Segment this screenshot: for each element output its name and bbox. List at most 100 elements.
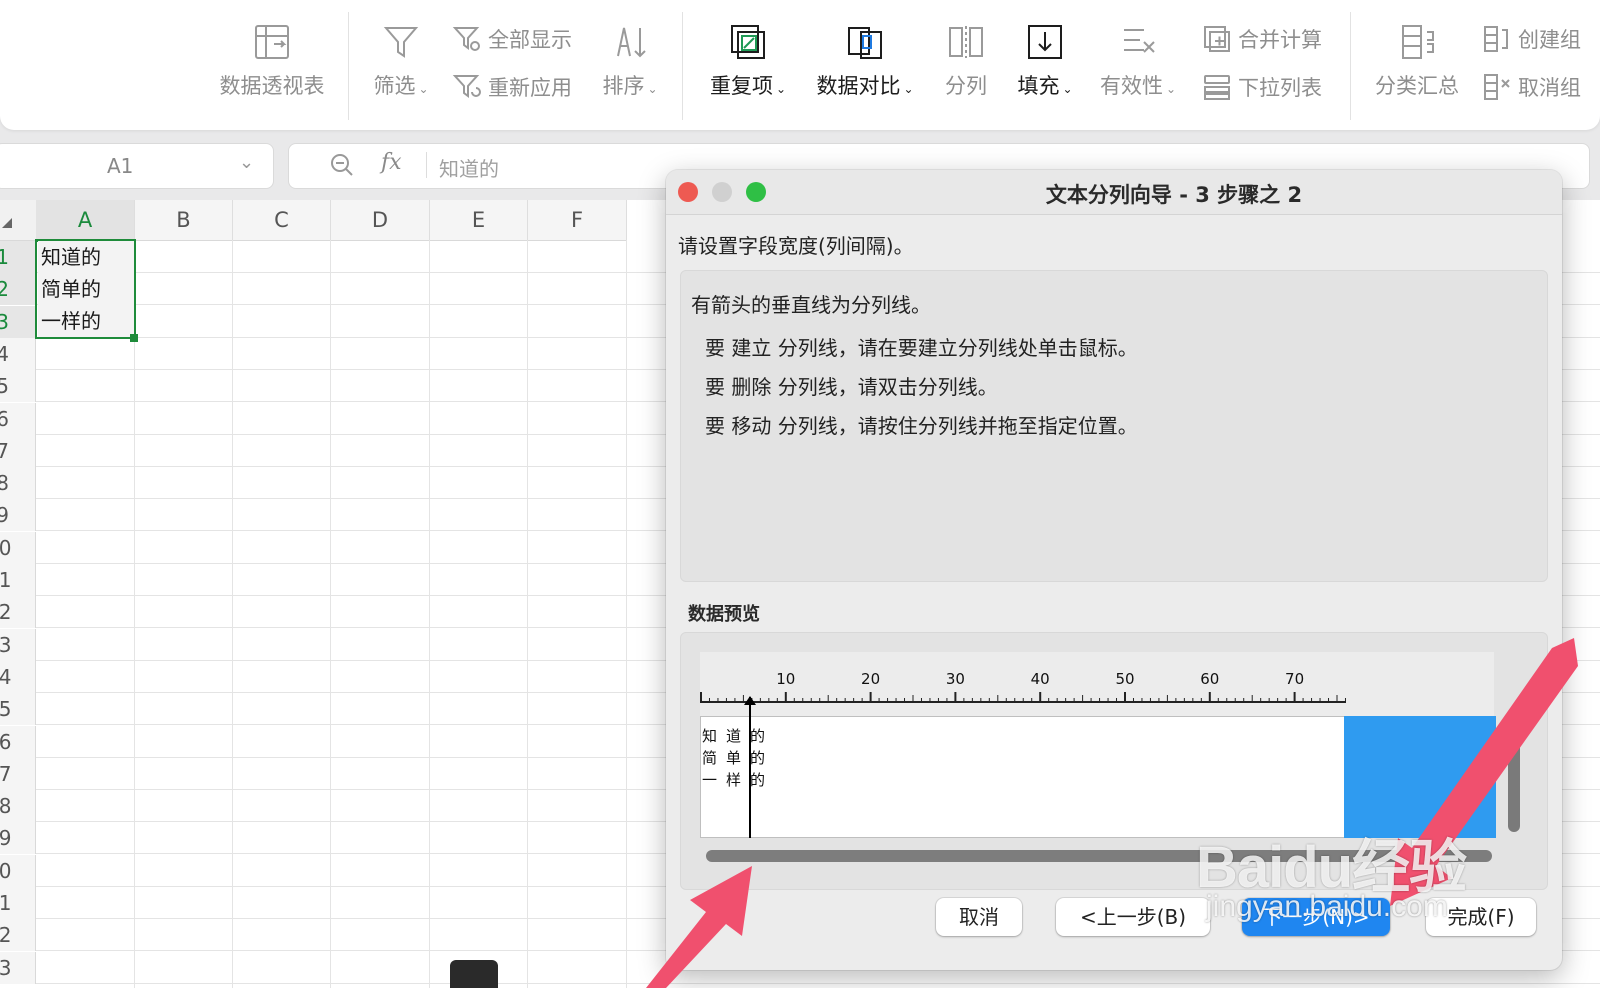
sheet-tab-handle[interactable] xyxy=(450,960,498,988)
fill-label: 填充 xyxy=(1017,74,1060,98)
info-line: 要 删除 分列线，请双击分列线。 xyxy=(705,375,998,399)
consolidate-icon xyxy=(1204,26,1230,52)
row-header-11[interactable]: 11 xyxy=(0,564,36,596)
row-header-3[interactable]: 3 xyxy=(0,305,36,338)
row-header-9[interactable]: 9 xyxy=(0,499,36,532)
preview-char: 简 xyxy=(702,749,718,767)
show-all-label: 全部显示 xyxy=(488,28,572,52)
show-all-icon xyxy=(452,27,480,51)
row-header-17[interactable]: 17 xyxy=(0,757,36,790)
preview-char: 的 xyxy=(750,749,766,767)
ungroup-button[interactable]: 取消组 xyxy=(1482,72,1581,102)
ruler-label: 50 xyxy=(1115,670,1134,688)
row-header-18[interactable]: 18 xyxy=(0,790,36,823)
row-header-20[interactable]: 20 xyxy=(0,854,36,887)
column-header-e[interactable]: E xyxy=(430,200,528,241)
validity-label: 有效性 xyxy=(1099,74,1163,98)
dialog-titlebar[interactable]: 文本分列向导 - 3 步骤之 2 xyxy=(666,170,1562,215)
sort-label: 排序 xyxy=(602,74,645,98)
fill-handle[interactable] xyxy=(130,334,138,342)
chevron-down-icon: ⌄ xyxy=(903,82,914,96)
preview-vertical-scrollbar[interactable] xyxy=(1508,722,1520,832)
select-all-corner[interactable] xyxy=(0,200,37,241)
zoom-icon[interactable] xyxy=(329,152,355,178)
ruler-label: 30 xyxy=(946,670,965,688)
reapply-button[interactable]: 重新应用 xyxy=(452,72,572,102)
row-header-5[interactable]: 5 xyxy=(0,370,36,403)
column-header-a[interactable]: A xyxy=(36,200,135,242)
column-header-d[interactable]: D xyxy=(331,200,430,241)
back-button[interactable]: <上一步(B) xyxy=(1056,898,1210,936)
filter-button[interactable]: 筛选 ⌄ xyxy=(366,22,436,100)
grid-line xyxy=(36,982,1600,984)
grid-line xyxy=(330,240,331,988)
validity-button[interactable]: 有效性 ⌄ xyxy=(1096,22,1180,100)
dropdown-list-button[interactable]: 下拉列表 xyxy=(1202,72,1322,102)
chevron-down-icon[interactable]: ⌄ xyxy=(239,152,254,173)
row-header-21[interactable]: 21 xyxy=(0,887,36,919)
column-ruler[interactable]: 10 20 30 40 50 60 70 xyxy=(700,652,1350,716)
preview-char: 一 xyxy=(702,771,718,789)
grid-line xyxy=(527,240,528,988)
row-header-13[interactable]: 13 xyxy=(0,628,36,661)
consolidate-button[interactable]: 合并计算 xyxy=(1202,24,1322,54)
info-line: 有箭头的垂直线为分列线。 xyxy=(691,293,931,317)
cancel-button[interactable]: 取消 xyxy=(936,898,1022,936)
data-compare-label: 数据对比 xyxy=(816,74,901,98)
row-header-23[interactable]: 23 xyxy=(0,951,36,984)
fill-button[interactable]: 填充 ⌄ xyxy=(1012,22,1078,100)
row-header-4[interactable]: 4 xyxy=(0,337,36,370)
row-header-12[interactable]: 12 xyxy=(0,596,36,629)
duplicates-button[interactable]: 重复项 ⌄ xyxy=(704,22,792,100)
column-header-f[interactable]: F xyxy=(528,200,627,241)
show-all-button[interactable]: 全部显示 xyxy=(452,24,572,54)
formula-content[interactable]: 知道的 xyxy=(439,153,499,182)
column-header-c[interactable]: C xyxy=(233,200,331,241)
row-header-10[interactable]: 10 xyxy=(0,531,36,564)
reapply-icon xyxy=(452,75,481,98)
row-header-14[interactable]: 14 xyxy=(0,660,36,693)
column-header-b[interactable]: B xyxy=(135,200,233,241)
dialog-instruction: 请设置字段宽度(列间隔)。 xyxy=(678,234,914,258)
split-column-label: 分列 xyxy=(945,74,987,98)
ungroup-icon xyxy=(1484,74,1510,100)
ungroup-label: 取消组 xyxy=(1518,76,1581,100)
ruler-label: 60 xyxy=(1200,670,1219,688)
preview-char: 知 xyxy=(702,727,718,745)
pivot-table-button[interactable]: 数据透视表 xyxy=(216,22,328,100)
info-line: 要 建立 分列线，请在要建立分列线处单击鼠标。 xyxy=(705,336,1138,360)
row-header-7[interactable]: 7 xyxy=(0,434,36,467)
ruler-label: 20 xyxy=(861,670,880,688)
create-group-button[interactable]: 创建组 xyxy=(1482,24,1581,54)
row-header-19[interactable]: 19 xyxy=(0,822,36,855)
ribbon-separator xyxy=(682,12,683,120)
fill-icon xyxy=(1028,25,1062,59)
grid-line xyxy=(626,240,627,988)
chevron-down-icon: ⌄ xyxy=(1062,82,1073,96)
split-column-button[interactable]: 分列 xyxy=(940,22,992,100)
info-panel: 有箭头的垂直线为分列线。 要 建立 分列线，请在要建立分列线处单击鼠标。 要 删… xyxy=(680,270,1548,582)
dialog-title: 文本分列向导 - 3 步骤之 2 xyxy=(1045,183,1303,207)
subtotal-button[interactable]: 分类汇总 xyxy=(1372,22,1462,100)
sort-button[interactable]: 排序 ⌄ xyxy=(598,22,662,100)
preview-char: 的 xyxy=(750,771,766,789)
row-header-1[interactable]: 1 xyxy=(0,241,36,273)
row-header-8[interactable]: 8 xyxy=(0,467,36,500)
filter-label: 筛选 xyxy=(373,74,416,98)
fx-icon[interactable]: fx xyxy=(381,150,402,175)
duplicates-icon xyxy=(731,25,765,59)
row-header-15[interactable]: 15 xyxy=(0,693,36,726)
row-header-2[interactable]: 2 xyxy=(0,273,36,306)
dropdown-list-label: 下拉列表 xyxy=(1238,76,1322,100)
info-line: 要 移动 分列线，请按住分列线并拖至指定位置。 xyxy=(705,414,1138,438)
name-box[interactable]: A1 ⌄ xyxy=(0,143,274,189)
row-header-16[interactable]: 16 xyxy=(0,725,36,758)
row-header-6[interactable]: 6 xyxy=(0,402,36,435)
preview-row: 一样的 xyxy=(702,769,774,790)
preview-row: 简单的 xyxy=(702,747,774,768)
preview-row: 知道的 xyxy=(702,725,774,746)
subtotal-icon xyxy=(1402,25,1434,59)
row-header-22[interactable]: 22 xyxy=(0,919,36,952)
data-compare-button[interactable]: 数据对比 ⌄ xyxy=(810,22,920,100)
ruler-label: 70 xyxy=(1285,670,1304,688)
